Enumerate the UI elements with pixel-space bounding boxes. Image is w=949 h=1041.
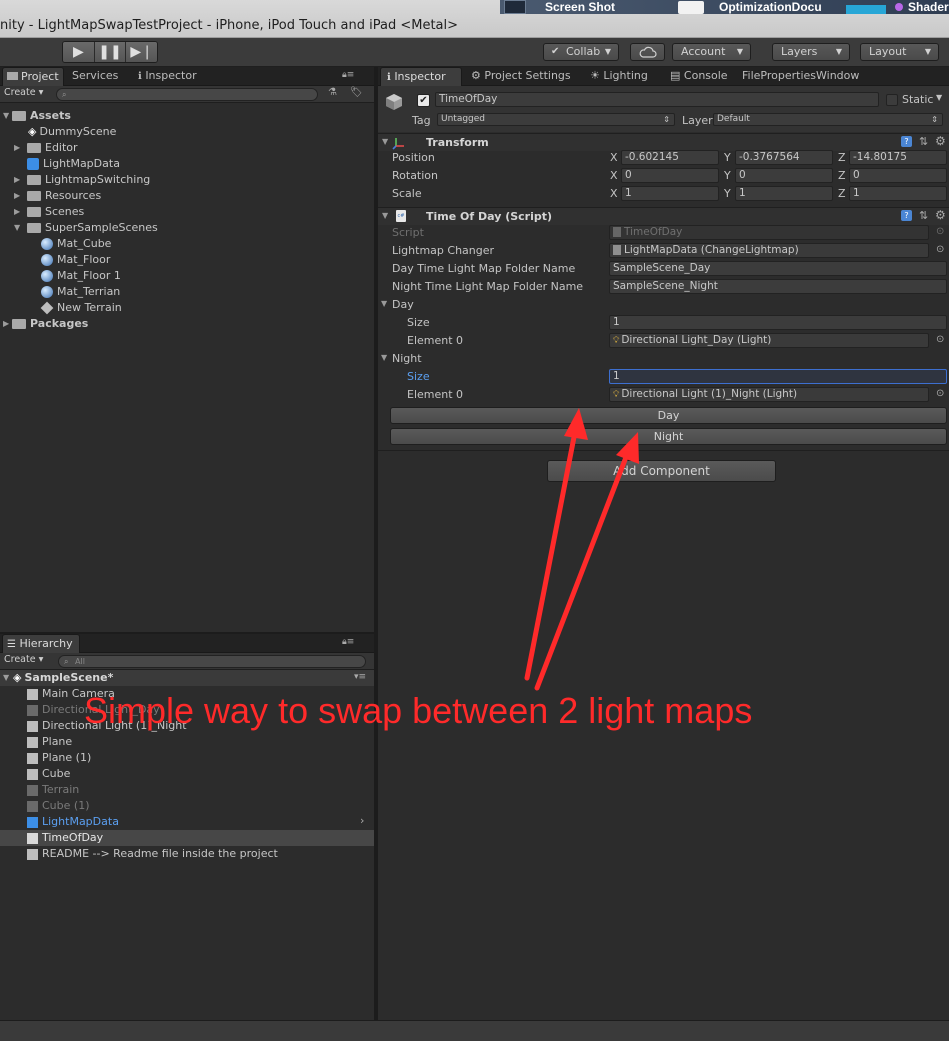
arrow-to-night-shaft [534, 449, 631, 691]
arrow-to-day-shaft [524, 429, 578, 681]
arrow-to-night-head [616, 432, 639, 464]
annotation-caption: Simple way to swap between 2 light maps [84, 690, 753, 731]
annotation-arrows [524, 408, 639, 691]
arrow-to-day-head [564, 408, 588, 440]
